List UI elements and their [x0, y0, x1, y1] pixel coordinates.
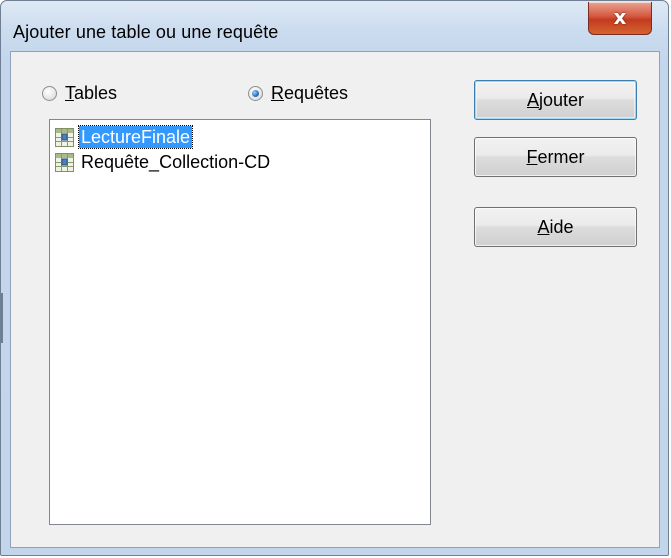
aide-button[interactable]: Aide	[474, 207, 637, 247]
fermer-button[interactable]: Fermer	[474, 137, 637, 177]
radio-tables-circle[interactable]	[42, 86, 57, 101]
fermer-label-rest: ermer	[537, 147, 585, 167]
query-icon	[55, 127, 74, 147]
title-bar[interactable]: Ajouter une table ou une requête x	[1, 1, 668, 51]
window-edge-marker	[1, 293, 3, 343]
list-item-label: Requête_Collection-CD	[81, 152, 271, 172]
radio-tables-mnemonic: T	[65, 83, 74, 103]
dialog-window: Ajouter une table ou une requête x Table…	[0, 0, 669, 556]
query-listbox[interactable]: LectureFinale Requête_Collection-CD	[49, 119, 431, 525]
ajouter-button[interactable]: Ajouter	[474, 80, 637, 120]
list-item[interactable]: Requête_Collection-CD	[55, 150, 272, 174]
radio-requetes-label-rest: equêtes	[284, 83, 349, 103]
aide-mnemonic: A	[537, 217, 550, 237]
radio-requetes-mnemonic: R	[271, 83, 284, 103]
fermer-mnemonic: F	[526, 147, 538, 167]
ajouter-mnemonic: A	[526, 90, 539, 110]
radio-tables-label: Tables	[65, 83, 117, 104]
radio-tables[interactable]: Tables	[42, 83, 117, 104]
radio-tables-label-rest: ables	[74, 83, 118, 103]
aide-label-rest: ide	[549, 217, 574, 237]
radio-requetes[interactable]: Requêtes	[248, 83, 348, 104]
list-item[interactable]: LectureFinale	[55, 125, 194, 149]
dialog-body: Tables Requêtes LectureFinale Requête_Co…	[10, 51, 660, 548]
ajouter-label-rest: jouter	[538, 90, 585, 110]
query-icon	[55, 152, 74, 172]
radio-requetes-label: Requêtes	[271, 83, 348, 104]
radio-requetes-circle[interactable]	[248, 86, 263, 101]
list-item-label: LectureFinale	[77, 125, 194, 149]
close-icon: x	[613, 5, 627, 29]
close-button[interactable]: x	[588, 2, 652, 35]
window-title: Ajouter une table ou une requête	[13, 22, 279, 42]
